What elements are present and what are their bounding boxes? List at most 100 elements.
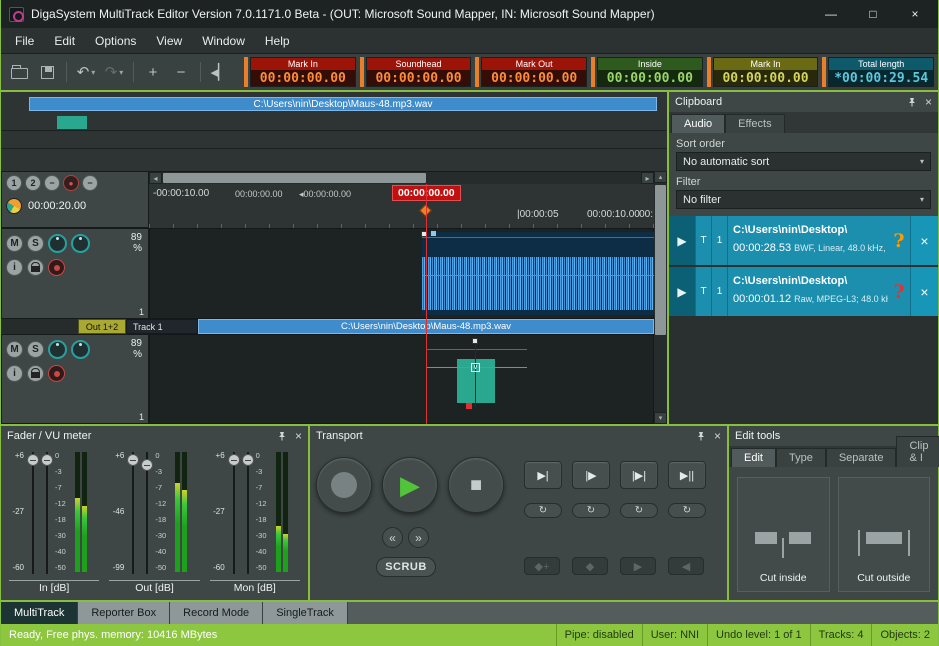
timeline-ruler[interactable]: ◂ ▸ -00:00:10.00 00:00:00.00 ◂00:00:00.0… bbox=[149, 171, 654, 228]
play-around-button[interactable]: ▶|| bbox=[668, 461, 706, 489]
tab-separate[interactable]: Separate bbox=[826, 448, 897, 467]
output-routing-button[interactable]: Out 1+2 bbox=[78, 319, 126, 334]
track-2-lane[interactable]: v bbox=[149, 334, 654, 424]
tab-multitrack[interactable]: MultiTrack bbox=[1, 602, 78, 624]
loop-button[interactable]: ↻ bbox=[668, 503, 706, 518]
play-to-mark-button[interactable]: ▶| bbox=[524, 461, 562, 489]
info-button[interactable]: i bbox=[6, 365, 23, 382]
mute-button[interactable]: M bbox=[6, 341, 23, 358]
zoom-in-button[interactable]: + bbox=[140, 59, 166, 85]
slider-thumb[interactable] bbox=[141, 459, 153, 471]
insert-marker-button[interactable]: ◆+ bbox=[524, 557, 560, 575]
pin-icon[interactable] bbox=[277, 431, 287, 441]
tab-record-mode[interactable]: Record Mode bbox=[170, 602, 263, 624]
slider-thumb[interactable] bbox=[242, 454, 254, 466]
save-button[interactable] bbox=[34, 59, 60, 85]
tab-edit[interactable]: Edit bbox=[731, 448, 776, 467]
tab-type[interactable]: Type bbox=[776, 448, 826, 467]
menu-edit[interactable]: Edit bbox=[44, 30, 85, 52]
select-track-1-button[interactable]: 1 bbox=[6, 175, 22, 191]
close-icon[interactable]: × bbox=[714, 429, 721, 443]
record-enable-button[interactable] bbox=[48, 365, 65, 382]
tab-reporter-box[interactable]: Reporter Box bbox=[78, 602, 170, 624]
pin-icon[interactable] bbox=[907, 97, 917, 107]
filter-select[interactable]: No filter ▾ bbox=[676, 190, 931, 209]
minimize-button[interactable]: — bbox=[810, 1, 852, 27]
skip-back-button[interactable]: « bbox=[382, 527, 403, 548]
record-arm-button[interactable]: ● bbox=[63, 175, 79, 191]
vertical-scrollbar[interactable]: ▴ ▾ bbox=[654, 171, 667, 424]
open-button[interactable] bbox=[6, 59, 32, 85]
horizontal-scrollbar[interactable]: ◂ ▸ bbox=[149, 172, 654, 184]
audio-clip-small[interactable]: v bbox=[457, 341, 495, 407]
clip-fade-line[interactable] bbox=[422, 275, 654, 276]
solo-button[interactable]: S bbox=[27, 235, 44, 252]
clip-handle-icon[interactable] bbox=[466, 403, 472, 409]
undo-button[interactable]: ↶▾ bbox=[73, 59, 99, 85]
fader-slider[interactable] bbox=[127, 450, 139, 578]
marker-button[interactable]: ◆ bbox=[572, 557, 608, 575]
overview-selection[interactable] bbox=[57, 116, 87, 129]
cut-inside-button[interactable]: Cut inside bbox=[737, 477, 830, 592]
loop-button[interactable]: ↻ bbox=[620, 503, 658, 518]
close-icon[interactable]: × bbox=[925, 95, 932, 109]
overview-clip[interactable]: C:\Users\nin\Desktop\Maus-48.mp3.wav bbox=[29, 97, 657, 111]
remove-button[interactable]: − bbox=[44, 175, 60, 191]
clip-level-line[interactable] bbox=[422, 237, 654, 238]
skip-forward-button[interactable]: » bbox=[408, 527, 429, 548]
volume-knob[interactable] bbox=[71, 234, 90, 253]
clipboard-item[interactable]: ▶ T 1 C:\Users\nin\Desktop\ 00:00:28.53B… bbox=[669, 216, 938, 267]
slider-thumb[interactable] bbox=[127, 454, 139, 466]
lock-button[interactable] bbox=[27, 259, 44, 276]
stop-button[interactable]: ■ bbox=[448, 457, 504, 513]
info-button[interactable]: i bbox=[6, 259, 23, 276]
record-enable-button[interactable] bbox=[48, 259, 65, 276]
fader-slider[interactable] bbox=[27, 450, 39, 578]
remove-item-button[interactable]: × bbox=[910, 216, 938, 265]
slider-thumb[interactable] bbox=[41, 454, 53, 466]
next-marker-button[interactable]: ▶ bbox=[620, 557, 656, 575]
play-button[interactable]: ▶ bbox=[382, 457, 438, 513]
clipboard-item[interactable]: ▶ T 1 C:\Users\nin\Desktop\ 00:00:01.12R… bbox=[669, 267, 938, 318]
menu-help[interactable]: Help bbox=[255, 30, 300, 52]
loop-button[interactable]: ↻ bbox=[572, 503, 610, 518]
scrub-button[interactable]: SCRUB bbox=[376, 557, 436, 577]
clip-handle-icon[interactable] bbox=[472, 338, 478, 344]
fader-slider[interactable] bbox=[228, 450, 240, 578]
jog-wheel-icon[interactable] bbox=[6, 198, 22, 214]
menu-view[interactable]: View bbox=[146, 30, 192, 52]
solo-button[interactable]: S bbox=[27, 341, 44, 358]
scroll-up-arrow[interactable]: ▴ bbox=[654, 171, 667, 183]
clip-handle-icon[interactable] bbox=[431, 231, 436, 236]
redo-button[interactable]: ↷▾ bbox=[101, 59, 127, 85]
volume-knob[interactable] bbox=[71, 340, 90, 359]
scroll-thumb[interactable] bbox=[655, 185, 666, 335]
close-button[interactable]: × bbox=[894, 1, 936, 27]
collapse-button[interactable]: − bbox=[82, 175, 98, 191]
track-name[interactable]: Track 1 bbox=[126, 319, 198, 334]
mute-button[interactable]: M bbox=[6, 235, 23, 252]
lock-button[interactable] bbox=[27, 365, 44, 382]
scroll-thumb[interactable] bbox=[163, 173, 426, 183]
menu-options[interactable]: Options bbox=[85, 30, 146, 52]
menu-file[interactable]: File bbox=[5, 30, 44, 52]
scroll-right-arrow[interactable]: ▸ bbox=[641, 172, 654, 184]
tab-clip[interactable]: Clip & I bbox=[896, 436, 939, 467]
play-from-mark-button[interactable]: |▶ bbox=[572, 461, 610, 489]
pin-icon[interactable] bbox=[696, 431, 706, 441]
maximize-button[interactable]: □ bbox=[852, 1, 894, 27]
scroll-down-arrow[interactable]: ▾ bbox=[654, 412, 667, 424]
scroll-track[interactable] bbox=[162, 172, 641, 184]
pan-knob[interactable] bbox=[48, 340, 67, 359]
prev-marker-button[interactable]: ◀ bbox=[668, 557, 704, 575]
zoom-out-button[interactable]: − bbox=[168, 59, 194, 85]
tab-effects[interactable]: Effects bbox=[725, 114, 784, 133]
menu-window[interactable]: Window bbox=[192, 30, 255, 52]
cut-outside-button[interactable]: Cut outside bbox=[838, 477, 931, 592]
loop-button[interactable]: ↻ bbox=[524, 503, 562, 518]
record-button[interactable] bbox=[316, 457, 372, 513]
select-track-2-button[interactable]: 2 bbox=[25, 175, 41, 191]
tab-audio[interactable]: Audio bbox=[671, 114, 725, 133]
fader-slider[interactable] bbox=[141, 450, 153, 578]
slider-thumb[interactable] bbox=[27, 454, 39, 466]
